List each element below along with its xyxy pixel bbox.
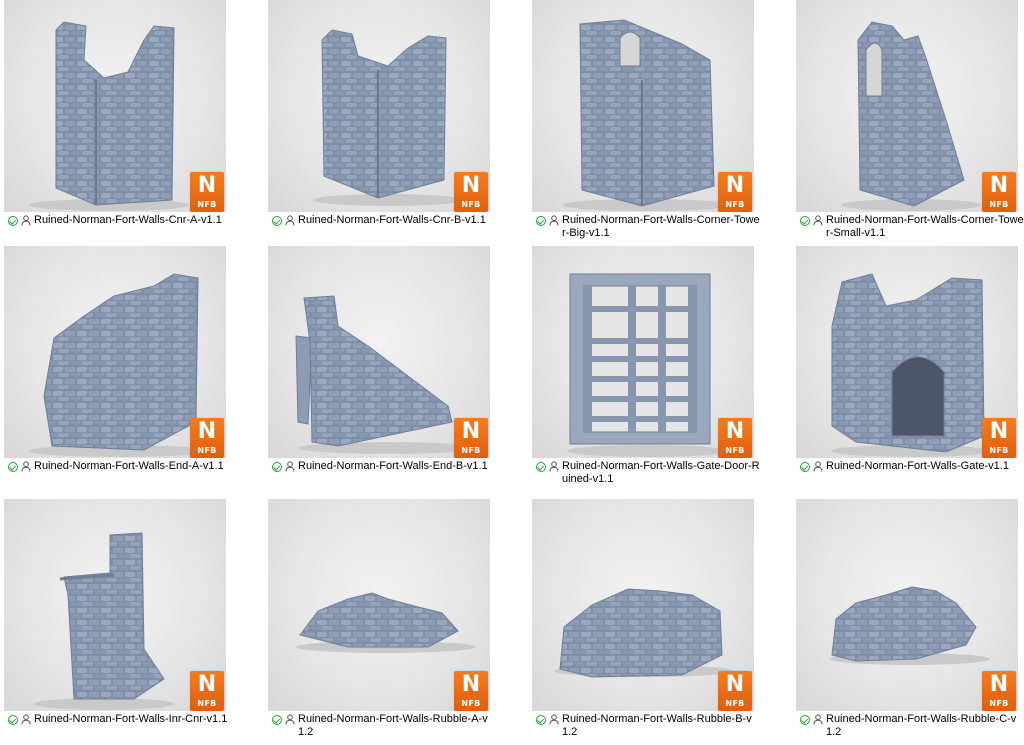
file-name: Ruined-Norman-Fort-Walls-End-B-v1.1: [298, 460, 488, 472]
file-caption: Ruined-Norman-Fort-Walls-Corner-Tower-Bi…: [536, 214, 760, 240]
file-name: Ruined-Norman-Fort-Walls-Corner-Tower-Bi…: [562, 214, 760, 239]
sync-ok-icon: [536, 216, 546, 226]
file-name: Ruined-Norman-Fort-Walls-Rubble-B-v1.2: [562, 713, 752, 738]
sync-ok-icon: [272, 462, 282, 472]
file-item[interactable]: N NFB Ruined-Norman-Fort-Walls-Corner-To…: [792, 0, 1024, 246]
person-icon: [21, 714, 31, 725]
nfb-logo-icon: N NFB: [454, 172, 488, 212]
person-icon: [813, 215, 823, 226]
file-name: Ruined-Norman-Fort-Walls-Gate-Door-Ruine…: [562, 460, 760, 485]
nfb-logo-icon: N NFB: [190, 418, 224, 458]
file-name: Ruined-Norman-Fort-Walls-Rubble-A-v1.2: [298, 713, 488, 738]
file-item[interactable]: N NFB Ruined-Norman-Fort-Walls-Rubble-C-…: [792, 499, 1024, 745]
thumbnail: N NFB: [532, 246, 754, 458]
thumbnail: N NFB: [268, 0, 490, 212]
person-icon: [285, 714, 295, 725]
thumbnail: N NFB: [532, 499, 754, 711]
file-name: Ruined-Norman-Fort-Walls-Gate-v1.1: [826, 460, 1009, 472]
file-item[interactable]: N NFB Ruined-Norman-Fort-Walls-Cnr-A-v1.…: [0, 0, 232, 246]
file-caption: Ruined-Norman-Fort-Walls-Cnr-B-v1.1: [272, 214, 496, 227]
sync-ok-icon: [800, 216, 810, 226]
thumbnail: N NFB: [796, 0, 1018, 212]
file-caption: Ruined-Norman-Fort-Walls-Inr-Cnr-v1.1: [8, 713, 232, 726]
file-item[interactable]: N NFB Ruined-Norman-Fort-Walls-End-B-v1.…: [264, 246, 496, 492]
person-icon: [285, 215, 295, 226]
file-item[interactable]: N NFB Ruined-Norman-Fort-Walls-Gate-v1.1: [792, 246, 1024, 492]
thumbnail: N NFB: [4, 246, 226, 458]
sync-ok-icon: [272, 715, 282, 725]
sync-ok-icon: [536, 715, 546, 725]
file-caption: Ruined-Norman-Fort-Walls-End-B-v1.1: [272, 460, 496, 473]
file-caption: Ruined-Norman-Fort-Walls-Gate-v1.1: [800, 460, 1024, 473]
sync-ok-icon: [272, 216, 282, 226]
file-caption: Ruined-Norman-Fort-Walls-Rubble-C-v1.2: [800, 713, 1024, 739]
file-caption: Ruined-Norman-Fort-Walls-Rubble-A-v1.2: [272, 713, 496, 739]
file-name: Ruined-Norman-Fort-Walls-Cnr-B-v1.1: [298, 214, 486, 226]
file-caption: Ruined-Norman-Fort-Walls-Gate-Door-Ruine…: [536, 460, 760, 486]
nfb-logo-icon: N NFB: [190, 671, 224, 711]
file-item[interactable]: N NFB Ruined-Norman-Fort-Walls-Cnr-B-v1.…: [264, 0, 496, 246]
file-item[interactable]: N NFB Ruined-Norman-Fort-Walls-End-A-v1.…: [0, 246, 232, 492]
person-icon: [813, 461, 823, 472]
file-item[interactable]: N NFB Ruined-Norman-Fort-Walls-Inr-Cnr-v…: [0, 499, 232, 745]
person-icon: [21, 215, 31, 226]
nfb-logo-icon: N NFB: [454, 671, 488, 711]
thumbnail: N NFB: [268, 246, 490, 458]
person-icon: [549, 714, 559, 725]
thumbnail: N NFB: [4, 499, 226, 711]
file-name: Ruined-Norman-Fort-Walls-Inr-Cnr-v1.1: [34, 713, 228, 725]
file-caption: Ruined-Norman-Fort-Walls-Corner-Tower-Sm…: [800, 214, 1024, 240]
file-name: Ruined-Norman-Fort-Walls-Cnr-A-v1.1: [34, 214, 222, 226]
file-caption: Ruined-Norman-Fort-Walls-Cnr-A-v1.1: [8, 214, 232, 227]
file-item[interactable]: N NFB Ruined-Norman-Fort-Walls-Corner-To…: [528, 0, 760, 246]
file-name: Ruined-Norman-Fort-Walls-End-A-v1.1: [34, 460, 224, 472]
nfb-logo-icon: N NFB: [982, 418, 1016, 458]
sync-ok-icon: [800, 715, 810, 725]
thumbnail: N NFB: [532, 0, 754, 212]
thumbnail: N NFB: [796, 246, 1018, 458]
nfb-logo-icon: N NFB: [718, 671, 752, 711]
thumbnail: N NFB: [4, 0, 226, 212]
person-icon: [285, 461, 295, 472]
nfb-logo-icon: N NFB: [982, 671, 1016, 711]
nfb-logo-icon: N NFB: [718, 172, 752, 212]
sync-ok-icon: [8, 715, 18, 725]
sync-ok-icon: [536, 462, 546, 472]
file-item[interactable]: N NFB Ruined-Norman-Fort-Walls-Gate-Door…: [528, 246, 760, 492]
nfb-logo-icon: N NFB: [718, 418, 752, 458]
nfb-logo-icon: N NFB: [190, 172, 224, 212]
person-icon: [549, 215, 559, 226]
person-icon: [549, 461, 559, 472]
file-caption: Ruined-Norman-Fort-Walls-End-A-v1.1: [8, 460, 232, 473]
file-caption: Ruined-Norman-Fort-Walls-Rubble-B-v1.2: [536, 713, 760, 739]
nfb-logo-icon: N NFB: [454, 418, 488, 458]
sync-ok-icon: [8, 216, 18, 226]
file-name: Ruined-Norman-Fort-Walls-Rubble-C-v1.2: [826, 713, 1017, 738]
file-item[interactable]: N NFB Ruined-Norman-Fort-Walls-Rubble-B-…: [528, 499, 760, 745]
sync-ok-icon: [800, 462, 810, 472]
file-grid: N NFB Ruined-Norman-Fort-Walls-Cnr-A-v1.…: [0, 0, 1024, 738]
person-icon: [21, 461, 31, 472]
thumbnail: N NFB: [268, 499, 490, 711]
thumbnail: N NFB: [796, 499, 1018, 711]
person-icon: [813, 714, 823, 725]
sync-ok-icon: [8, 462, 18, 472]
nfb-logo-icon: N NFB: [982, 172, 1016, 212]
file-name: Ruined-Norman-Fort-Walls-Corner-Tower-Sm…: [826, 214, 1024, 239]
file-item[interactable]: N NFB Ruined-Norman-Fort-Walls-Rubble-A-…: [264, 499, 496, 745]
